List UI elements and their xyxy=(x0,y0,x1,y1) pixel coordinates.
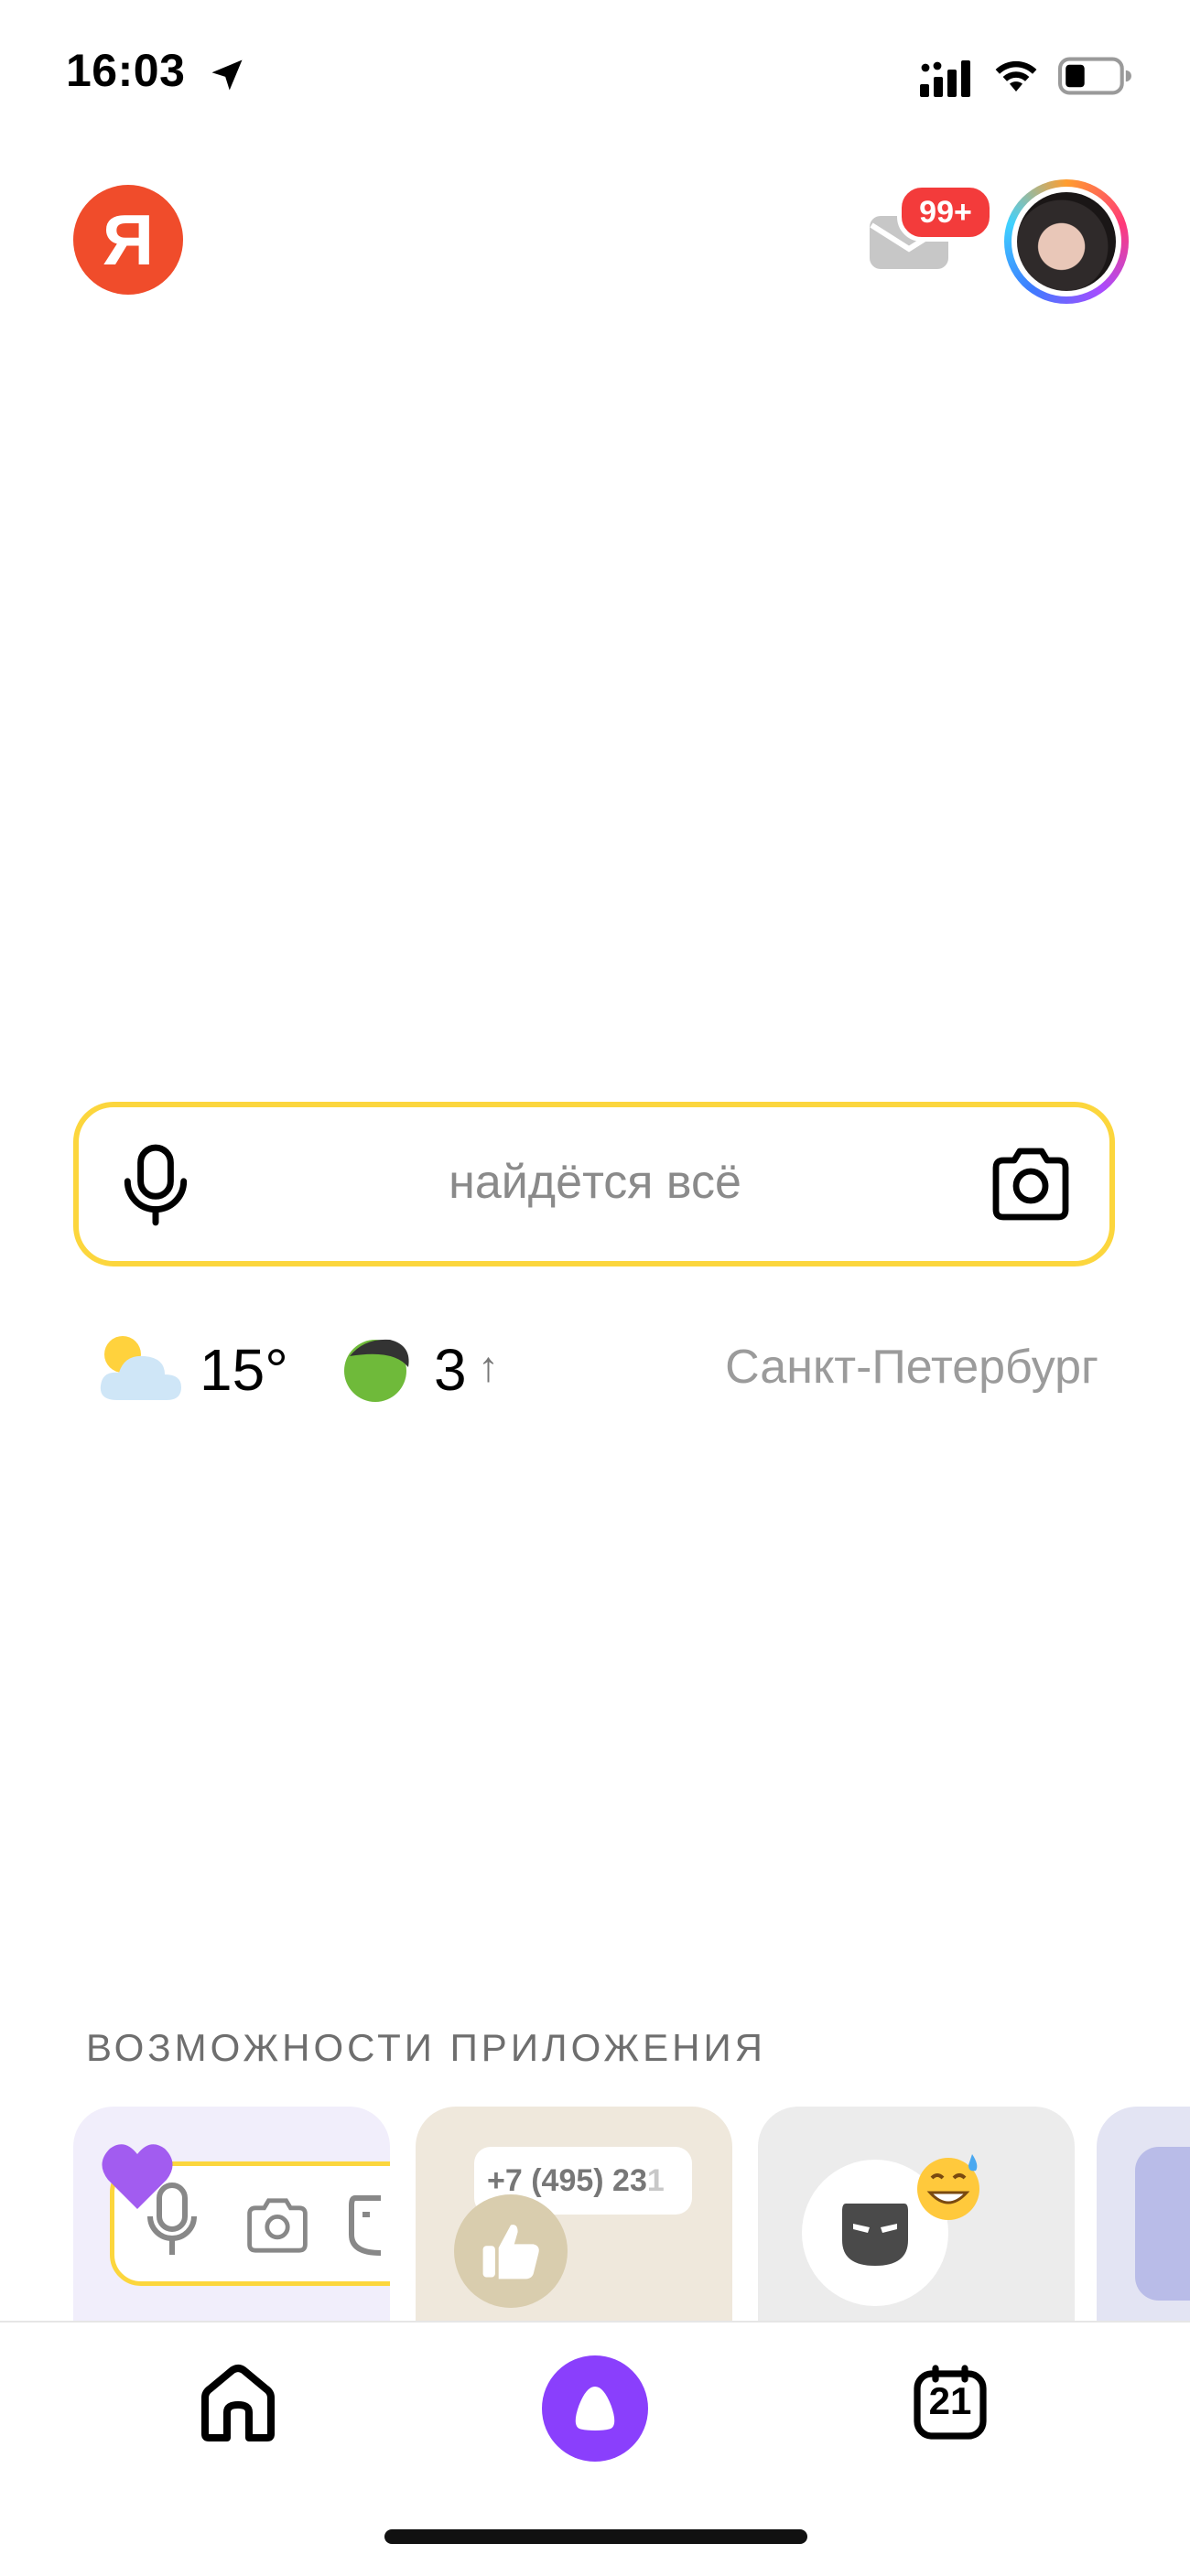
mic-icon[interactable] xyxy=(117,1144,194,1226)
calendar-day: 21 xyxy=(928,2379,972,2422)
temperature[interactable]: 15° xyxy=(200,1336,288,1404)
mail-count-badge: 99+ xyxy=(897,183,994,242)
location-arrow-icon xyxy=(211,59,243,91)
battery-icon xyxy=(1058,57,1131,95)
camera-icon[interactable] xyxy=(989,1146,1073,1223)
feature-card-incognito[interactable] xyxy=(758,2107,1075,2326)
mask-icon xyxy=(842,2204,908,2266)
feature-card-caller-id[interactable]: +7 (495) 231 xyxy=(416,2107,732,2326)
signal-icon xyxy=(920,60,970,97)
wifi-icon xyxy=(995,60,1037,92)
weather-icon xyxy=(100,1336,181,1400)
emoji-icon xyxy=(917,2154,979,2220)
phone-number-text: +7 (495) 23 xyxy=(487,2163,647,2198)
thumbs-up-badge xyxy=(454,2194,568,2308)
traffic-trend: ↑ xyxy=(478,1342,499,1390)
feature-card-keyboard[interactable] xyxy=(1097,2107,1190,2326)
home-icon[interactable] xyxy=(196,2361,280,2445)
phone-number-faded: 1 xyxy=(646,2163,665,2198)
yandex-logo[interactable]: Я xyxy=(73,185,183,295)
keypad-icon xyxy=(1135,2147,1190,2301)
home-indicator[interactable] xyxy=(384,2529,807,2544)
thumbs-up-icon xyxy=(482,2225,539,2280)
features-title: ВОЗМОЖНОСТИ ПРИЛОЖЕНИЯ xyxy=(86,2026,766,2069)
traffic-level[interactable]: 3 xyxy=(434,1336,467,1404)
alice-icon xyxy=(575,2387,615,2430)
traffic-icon xyxy=(344,1339,409,1402)
mask-outline-icon xyxy=(349,2195,382,2256)
profile-avatar-button[interactable] xyxy=(1004,179,1129,304)
status-time: 16:03 xyxy=(66,45,186,96)
camera-icon xyxy=(247,2198,308,2253)
feature-card-search[interactable] xyxy=(73,2107,390,2326)
alice-button[interactable] xyxy=(542,2355,648,2462)
search-input[interactable]: найдётся всё xyxy=(275,1155,915,1210)
avatar xyxy=(1017,192,1116,291)
mic-icon xyxy=(147,2183,197,2255)
city-label[interactable]: Санкт-Петербург xyxy=(696,1340,1098,1395)
